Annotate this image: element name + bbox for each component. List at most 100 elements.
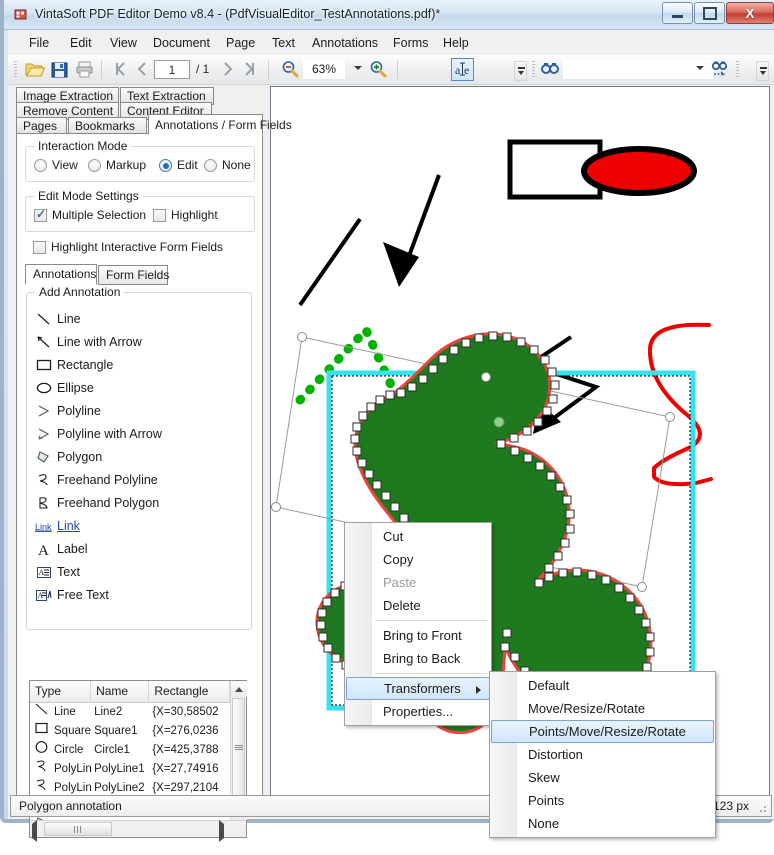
add-annotation-free-text-label: Free Text [57, 587, 109, 602]
toolbar-overflow-button[interactable] [514, 61, 527, 81]
add-annotation-polyline-with-arrow[interactable]: Polyline with Arrow [27, 422, 251, 445]
edit-mode-settings-group: Edit Mode Settings Multiple Selection Hi… [25, 189, 255, 232]
grid-hscroll-thumb[interactable] [44, 822, 112, 836]
radio-edit[interactable] [159, 159, 172, 172]
add-annotation-line-with-arrow-label: Line with Arrow [57, 334, 142, 349]
menu-annotations[interactable]: Annotations [305, 34, 385, 52]
menu-help[interactable]: Help [436, 34, 476, 52]
context-menu-bring-to-front[interactable]: Bring to Front [345, 624, 491, 647]
checkbox-highlight-interactive-form-fields[interactable] [33, 241, 46, 254]
zoom-in-button[interactable] [368, 59, 388, 80]
add-annotation-line-with-arrow[interactable]: Line with Arrow [27, 330, 251, 353]
table-row[interactable]: PolyLine PolyLine1 {X=27,74916 [30, 760, 230, 779]
chevron-down-icon[interactable] [354, 66, 362, 70]
annotation-line[interactable] [298, 217, 362, 307]
submenu-default[interactable]: Default [490, 674, 715, 697]
menu-file[interactable]: File [22, 34, 56, 52]
annotation-ellipse[interactable] [581, 146, 697, 196]
context-menu-cut[interactable]: Cut [345, 525, 491, 548]
radio-none[interactable] [204, 159, 217, 172]
menu-text[interactable]: Text [265, 34, 302, 52]
add-annotation-rectangle[interactable]: Rectangle [27, 353, 251, 376]
add-annotation-polyline-label: Polyline [57, 403, 101, 418]
menu-document[interactable]: Document [146, 34, 217, 52]
tab-annotations-form-fields[interactable]: Annotations / Form Fields [148, 114, 292, 135]
add-annotation-polyline[interactable]: Polyline [27, 399, 251, 422]
annotation-freehand-red[interactable] [647, 322, 713, 487]
add-annotation-label[interactable]: A Label [27, 537, 251, 560]
first-page-button[interactable] [112, 59, 130, 80]
previous-page-button[interactable] [134, 59, 150, 80]
minimize-button[interactable] [662, 2, 693, 24]
radio-none-label: None [222, 158, 251, 172]
zoom-out-button[interactable] [280, 59, 300, 80]
grid-cell-name: Square1 [94, 725, 138, 737]
context-menu-transformers[interactable]: Transformers [346, 677, 490, 700]
radio-view[interactable] [34, 159, 47, 172]
menu-view[interactable]: View [103, 34, 144, 52]
menu-page[interactable]: Page [219, 34, 262, 52]
find-icon[interactable] [540, 59, 560, 80]
application-window: VintaSoft PDF Editor Demo v8.4 - (PdfVis… [0, 0, 774, 842]
add-annotation-freehand-polyline[interactable]: Freehand Polyline [27, 468, 251, 491]
find-next-button[interactable] [710, 59, 730, 80]
context-menu-properties[interactable]: Properties... [345, 700, 491, 723]
add-annotation-line-label: Line [57, 311, 81, 326]
print-button[interactable] [74, 59, 95, 80]
add-annotation-ellipse[interactable]: Ellipse [27, 376, 251, 399]
menu-edit[interactable]: Edit [63, 34, 99, 52]
annotation-line-with-arrow[interactable] [383, 174, 441, 287]
text-selection-tool-button[interactable]: a e [451, 58, 474, 81]
polygon-icon [33, 448, 55, 466]
context-menu[interactable]: Cut Copy Paste Delete Bring to Front Bri… [344, 522, 492, 726]
submenu-skew[interactable]: Skew [490, 766, 715, 789]
find-input[interactable] [563, 60, 713, 79]
add-annotation-free-text[interactable]: A Free Text [27, 583, 251, 606]
toolbar-grip-3[interactable] [736, 61, 739, 79]
add-annotation-text[interactable]: A Text [27, 560, 251, 583]
add-annotation-freehand-polygon[interactable]: Freehand Polygon [27, 491, 251, 514]
toolbar-grip-2[interactable] [532, 61, 535, 79]
menu-forms[interactable]: Forms [386, 34, 435, 52]
polyline-icon [33, 402, 55, 420]
grid-header-rectangle[interactable]: Rectangle [149, 681, 230, 702]
grid-scroll-right-button[interactable] [219, 820, 224, 842]
zoom-level-input[interactable]: 63% [303, 60, 345, 79]
submenu-points[interactable]: Points [490, 789, 715, 812]
window-resize-grip[interactable] [757, 803, 767, 813]
toolbar-grip[interactable] [14, 61, 17, 79]
close-button[interactable]: X [726, 2, 774, 24]
add-annotation-polygon[interactable]: Polygon [27, 445, 251, 468]
inner-tab-annotations[interactable]: Annotations [25, 264, 97, 285]
grid-header-type[interactable]: Type [30, 681, 92, 702]
page-number-input[interactable]: 1 [154, 60, 190, 79]
submenu-none[interactable]: None [490, 812, 715, 835]
grid-scroll-up-button[interactable] [231, 681, 247, 697]
submenu-points-move-resize-rotate[interactable]: Points/Move/Resize/Rotate [491, 720, 714, 743]
context-menu-copy[interactable]: Copy [345, 548, 491, 571]
add-annotation-line[interactable]: Line [27, 307, 251, 330]
grid-header-name[interactable]: Name [91, 681, 150, 702]
last-page-button[interactable] [241, 59, 259, 80]
add-annotation-link[interactable]: Link Link [27, 514, 251, 537]
transformers-submenu[interactable]: Default Move/Resize/Rotate Points/Move/R… [489, 671, 716, 838]
inner-tab-form-fields[interactable]: Form Fields [98, 265, 169, 285]
table-row[interactable]: Circle Circle1 {X=425,3788 [30, 741, 230, 760]
submenu-distortion[interactable]: Distortion [490, 743, 715, 766]
table-row[interactable]: Square Square1 {X=276,0236 [30, 722, 230, 741]
submenu-move-resize-rotate[interactable]: Move/Resize/Rotate [490, 697, 715, 720]
find-dropdown-icon[interactable] [696, 66, 704, 70]
save-button[interactable] [49, 59, 70, 80]
next-page-button[interactable] [220, 59, 236, 80]
radio-markup[interactable] [88, 159, 101, 172]
toolbar-overflow-button-2[interactable] [756, 61, 769, 81]
grid-scroll-left-button[interactable] [32, 820, 37, 842]
table-row[interactable]: Line Line2 {X=30,58502 [30, 703, 230, 722]
context-menu-bring-to-back[interactable]: Bring to Back [345, 647, 491, 670]
checkbox-highlight[interactable] [153, 209, 166, 222]
checkbox-multiple-selection[interactable] [34, 207, 47, 222]
open-file-button[interactable] [24, 59, 45, 80]
context-menu-delete[interactable]: Delete [345, 594, 491, 617]
grid-scroll-thumb[interactable] [232, 698, 245, 796]
maximize-button[interactable] [694, 2, 725, 24]
